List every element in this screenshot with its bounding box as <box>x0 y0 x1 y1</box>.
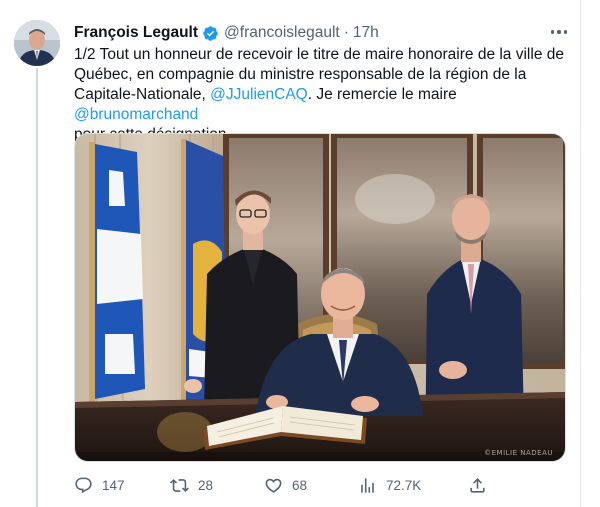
photo-scene <box>75 134 565 461</box>
share-icon <box>470 477 485 493</box>
retweet-button[interactable]: 28 <box>170 474 213 496</box>
views-button[interactable]: 72.7K <box>358 474 421 496</box>
more-icon[interactable] <box>548 22 570 42</box>
mention-link[interactable]: @brunomarchand <box>74 106 198 123</box>
retweet-count: 28 <box>198 477 214 493</box>
reply-count: 147 <box>102 477 125 493</box>
reply-button[interactable]: 147 <box>74 474 125 496</box>
heart-icon <box>265 478 282 493</box>
tweet-photo[interactable]: ©EMILIE NADEAU <box>74 133 566 462</box>
views-count: 72.7K <box>386 477 422 493</box>
author-name[interactable]: François Legault <box>74 24 198 42</box>
tweet-text: 1/2 Tout un honneur de recevoir le titre… <box>74 45 572 145</box>
mention-link[interactable]: @JJulienCAQ <box>210 86 308 103</box>
tweet-line-3: Capitale-Nationale, @JJulienCAQ. Je reme… <box>74 85 572 125</box>
author-handle[interactable]: @francoislegault <box>224 24 340 42</box>
tweet-header: François Legault @francoislegault · 17h <box>74 22 379 44</box>
views-icon <box>361 477 374 493</box>
tweet-text-segment: Capitale-Nationale, <box>74 86 211 103</box>
like-button[interactable]: 68 <box>264 474 307 496</box>
photo-credit: ©EMILIE NADEAU <box>484 449 553 457</box>
retweet-icon <box>170 478 189 492</box>
reply-icon <box>75 477 92 493</box>
tweet-text-segment: . Je remercie le maire <box>307 86 457 103</box>
separator: · <box>343 24 349 41</box>
tweet-actions: 147 28 68 72.7K <box>74 474 494 496</box>
tweet-line-1: 1/2 Tout un honneur de recevoir le titre… <box>74 46 564 63</box>
tweet-line-2: Québec, en compagnie du ministre respons… <box>74 66 527 83</box>
column-border <box>580 0 581 507</box>
avatar-image <box>14 20 60 66</box>
like-count: 68 <box>292 477 308 493</box>
share-button[interactable] <box>468 474 487 496</box>
verified-badge-icon <box>203 25 218 41</box>
avatar[interactable] <box>14 20 60 66</box>
thread-line <box>36 68 38 507</box>
timestamp[interactable]: 17h <box>353 24 379 42</box>
